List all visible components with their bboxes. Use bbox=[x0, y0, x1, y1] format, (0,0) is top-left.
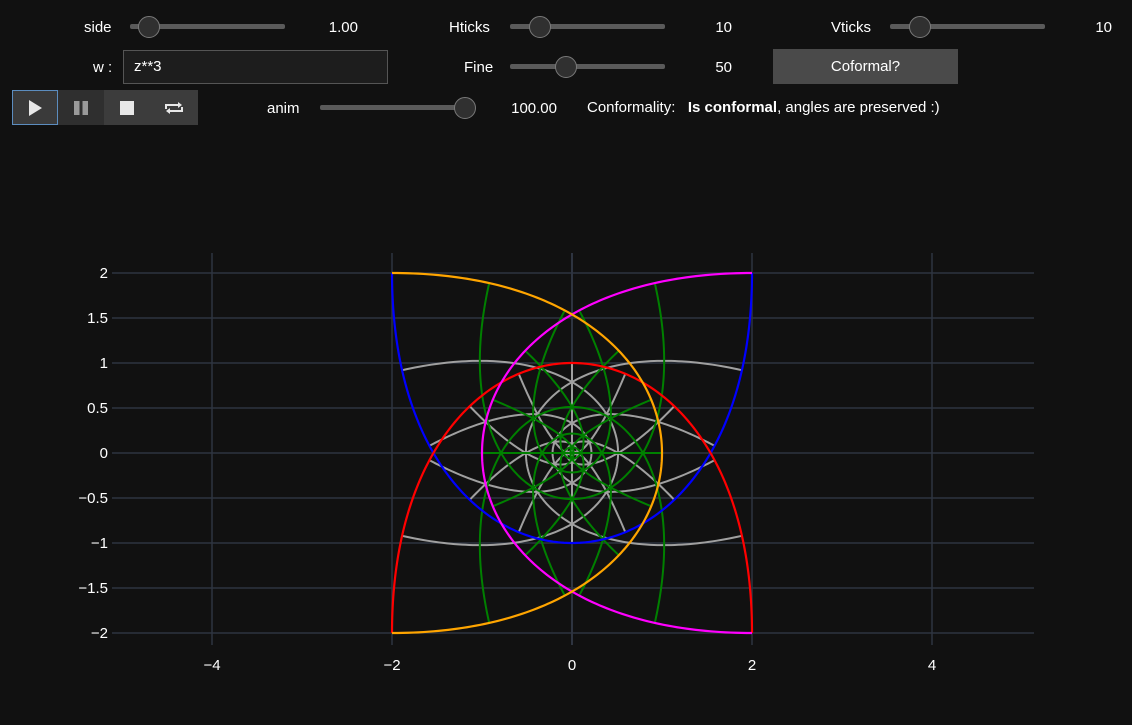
y-tick-label: 0 bbox=[100, 445, 108, 462]
x-tick-label: 4 bbox=[928, 657, 936, 674]
x-tick-label: −4 bbox=[203, 657, 220, 674]
y-tick-label: −0.5 bbox=[78, 490, 108, 507]
axis-ticks: 2 1.5 1 0.5 0 −0.5 −1 −1.5 −2 −4 −2 0 2 4 bbox=[78, 265, 936, 674]
x-tick-label: 2 bbox=[748, 657, 756, 674]
y-tick-label: 1.5 bbox=[87, 310, 108, 327]
y-tick-label: 0.5 bbox=[87, 400, 108, 417]
y-tick-label: −2 bbox=[91, 625, 108, 642]
y-tick-label: −1.5 bbox=[78, 580, 108, 597]
y-tick-label: −1 bbox=[91, 535, 108, 552]
x-tick-label: 0 bbox=[568, 657, 576, 674]
x-tick-label: −2 bbox=[383, 657, 400, 674]
conformal-map-plot: 2 1.5 1 0.5 0 −0.5 −1 −1.5 −2 −4 −2 0 2 4 bbox=[78, 253, 1034, 674]
y-tick-label: 2 bbox=[100, 265, 108, 282]
y-tick-label: 1 bbox=[100, 355, 108, 372]
